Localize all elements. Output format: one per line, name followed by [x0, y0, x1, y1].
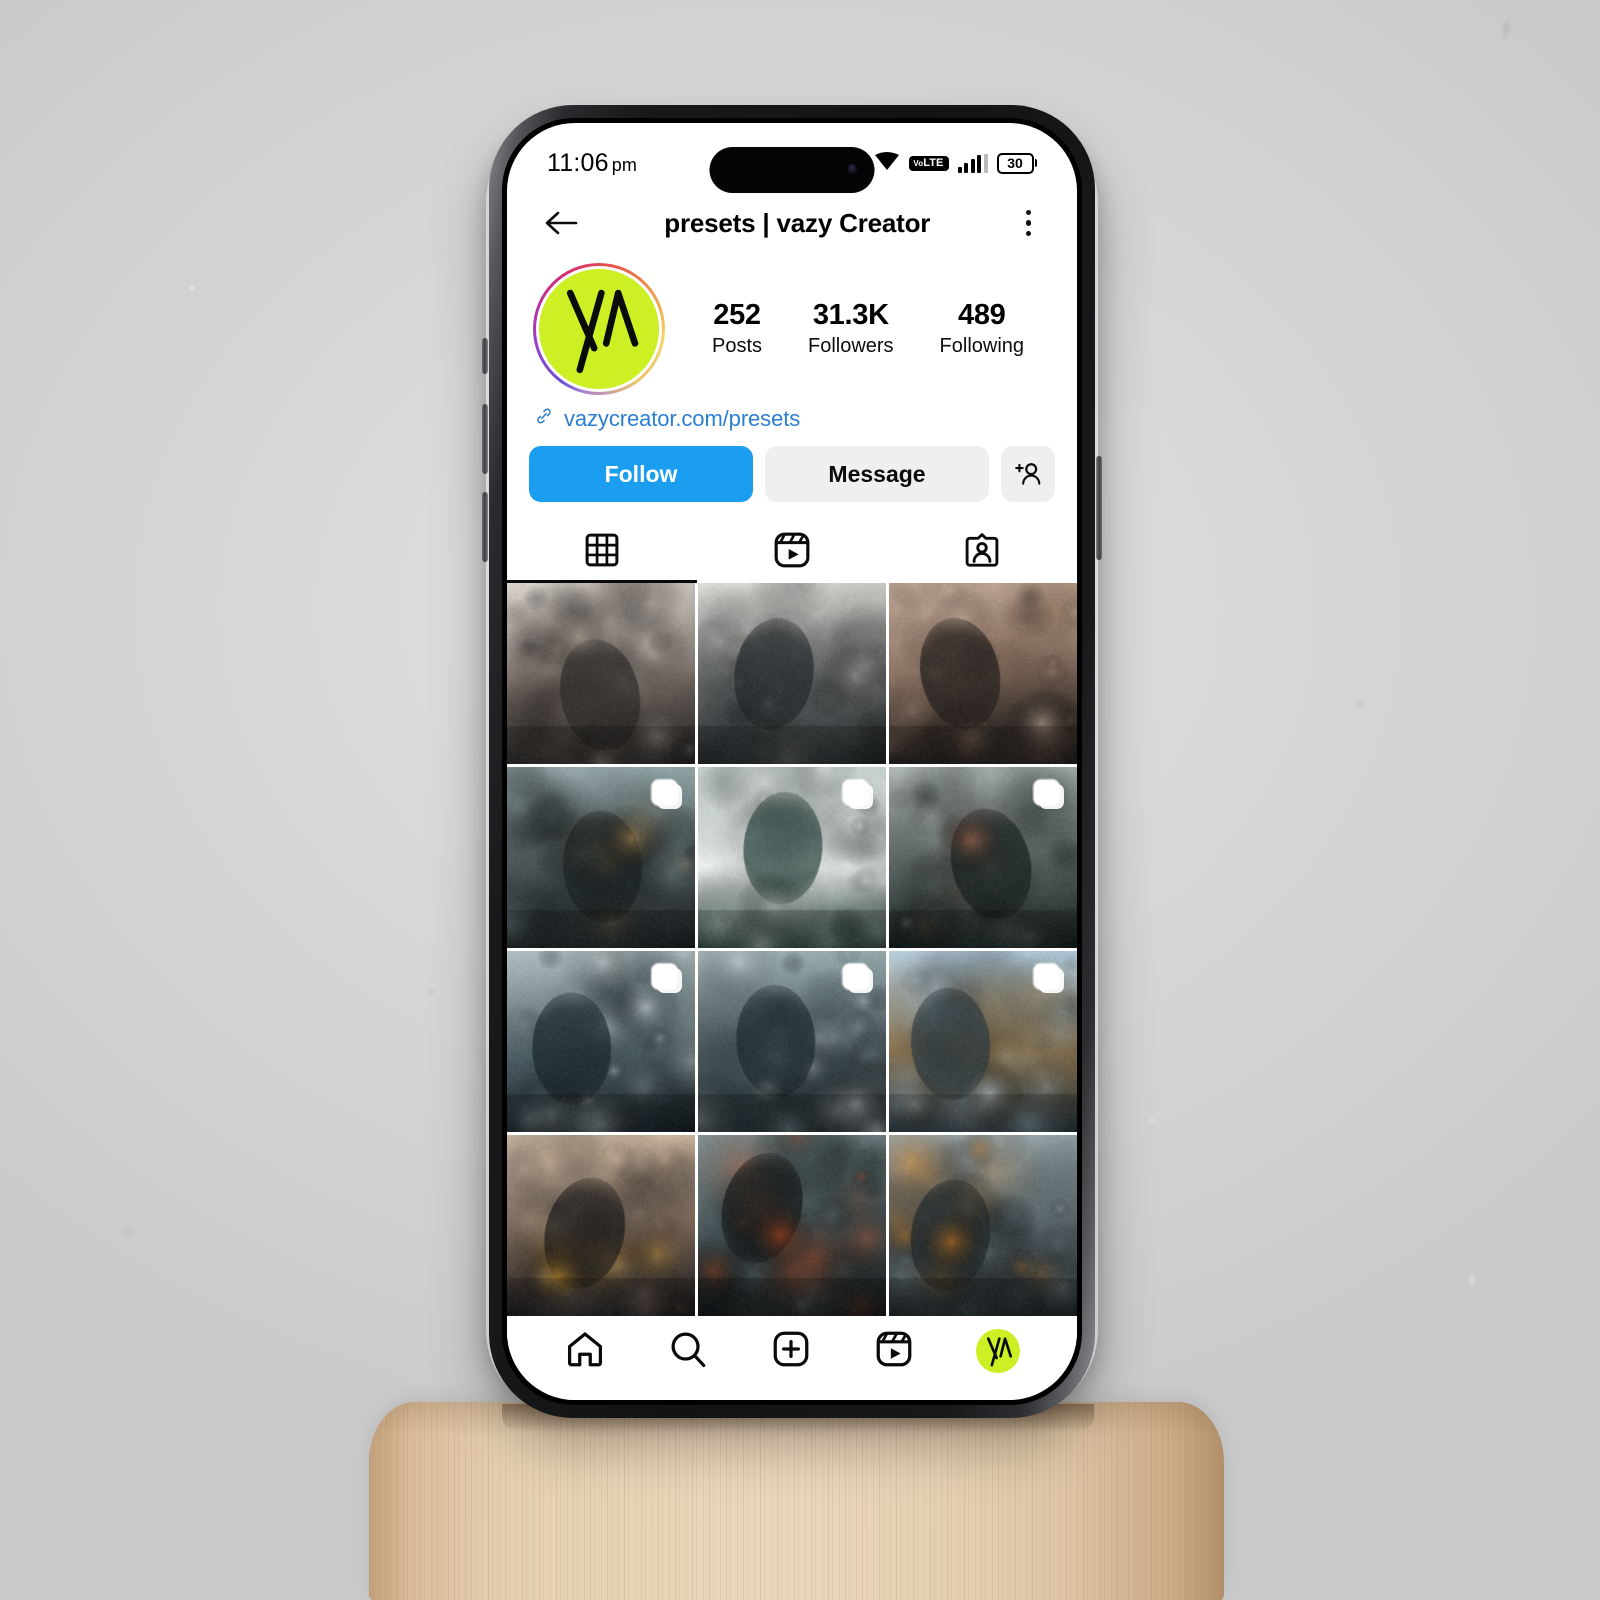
- volume-up-button[interactable]: [482, 404, 488, 474]
- grid-post[interactable]: [507, 1135, 695, 1316]
- phone-device: 11:06pm VoLTE 30 presets | vazy Creator: [489, 105, 1095, 1418]
- plus-square-icon: [770, 1328, 812, 1375]
- clock-ampm: pm: [612, 155, 637, 175]
- post-thumbnail: [889, 1135, 1077, 1316]
- power-button[interactable]: [1096, 456, 1102, 560]
- avatar-ring-gap: [536, 266, 662, 392]
- dynamic-island: [710, 147, 875, 193]
- tab-reels[interactable]: [697, 521, 887, 583]
- battery-nub: [1035, 159, 1038, 167]
- search-icon: [667, 1328, 709, 1375]
- battery-level: 30: [997, 153, 1034, 174]
- clock-time: 11:06: [547, 149, 609, 177]
- wifi-icon: [874, 151, 900, 176]
- tab-grid[interactable]: [507, 521, 697, 583]
- volume-down-button[interactable]: [482, 492, 488, 562]
- grid-icon: [583, 531, 621, 574]
- profile-actions: Follow Message: [529, 446, 1055, 502]
- status-indicators: VoLTE 30: [874, 151, 1037, 176]
- profile-tabs: [507, 521, 1077, 583]
- nav-search[interactable]: [667, 1328, 709, 1375]
- bottom-nav-bar: [507, 1316, 1077, 1400]
- profile-link[interactable]: vazycreator.com/presets: [533, 405, 800, 432]
- tab-tagged[interactable]: [887, 521, 1077, 583]
- nav-reels[interactable]: [873, 1328, 915, 1375]
- carousel-stack-icon: [652, 780, 682, 810]
- carousel-stack-icon: [1034, 964, 1064, 994]
- stat-followers-label: Followers: [808, 333, 894, 359]
- stat-posts-label: Posts: [712, 333, 762, 359]
- volte-suffix: LTE: [923, 157, 943, 169]
- grid-post[interactable]: [889, 951, 1077, 1132]
- grid-post[interactable]: [889, 767, 1077, 948]
- post-thumbnail: [507, 583, 695, 764]
- grid-post[interactable]: [698, 583, 886, 764]
- signal-bars-icon: [958, 154, 988, 173]
- grid-post[interactable]: [889, 583, 1077, 764]
- post-thumbnail: [698, 1135, 886, 1316]
- grid-post[interactable]: [507, 583, 695, 764]
- vazy-monogram-icon: [539, 269, 659, 389]
- link-chain-icon: [533, 405, 555, 432]
- profile-stats: 252 Posts 31.3K Followers 489 Following: [665, 299, 1055, 359]
- page-title: presets | vazy Creator: [664, 208, 930, 239]
- stat-following[interactable]: 489 Following: [940, 299, 1024, 359]
- reels-icon: [772, 530, 812, 575]
- stat-followers-value: 31.3K: [808, 299, 894, 333]
- grid-post[interactable]: [889, 1135, 1077, 1316]
- grid-post[interactable]: [698, 767, 886, 948]
- phone-screen: 11:06pm VoLTE 30 presets | vazy Creator: [507, 123, 1077, 1400]
- follow-button[interactable]: Follow: [529, 446, 753, 502]
- carousel-stack-icon: [843, 780, 873, 810]
- stat-posts[interactable]: 252 Posts: [712, 299, 762, 359]
- volte-badge: VoLTE: [909, 156, 948, 171]
- nav-home[interactable]: [564, 1328, 606, 1375]
- back-arrow-icon[interactable]: [543, 208, 579, 238]
- phone-bezel: 11:06pm VoLTE 30 presets | vazy Creator: [502, 118, 1082, 1405]
- wooden-block-stand: [369, 1402, 1224, 1600]
- post-thumbnail: [698, 583, 886, 764]
- story-ring[interactable]: [533, 263, 665, 395]
- profile-avatar-icon: [976, 1329, 1020, 1373]
- silent-switch-button[interactable]: [482, 338, 488, 374]
- reels-icon: [873, 1328, 915, 1375]
- stat-followers[interactable]: 31.3K Followers: [808, 299, 894, 359]
- tagged-person-icon: [963, 531, 1001, 574]
- grid-post[interactable]: [698, 1135, 886, 1316]
- add-person-icon[interactable]: [1001, 446, 1055, 502]
- post-thumbnail: [507, 1135, 695, 1316]
- wall-blemish: [1499, 19, 1514, 42]
- grid-post[interactable]: [698, 951, 886, 1132]
- stat-following-label: Following: [940, 333, 1024, 359]
- kebab-menu-icon[interactable]: [1016, 204, 1042, 243]
- link-text: vazycreator.com/presets: [564, 406, 800, 432]
- home-icon: [564, 1328, 606, 1375]
- post-thumbnail: [889, 583, 1077, 764]
- status-clock: 11:06 pm: [547, 149, 637, 178]
- stat-posts-value: 252: [712, 299, 762, 333]
- nav-profile[interactable]: [976, 1329, 1020, 1373]
- carousel-stack-icon: [843, 964, 873, 994]
- message-button[interactable]: Message: [765, 446, 989, 502]
- avatar[interactable]: [539, 269, 659, 389]
- battery-icon: 30: [997, 153, 1038, 174]
- post-grid: [507, 583, 1077, 1316]
- nav-create[interactable]: [770, 1328, 812, 1375]
- carousel-stack-icon: [652, 964, 682, 994]
- grid-post[interactable]: [507, 951, 695, 1132]
- volte-prefix: Vo: [913, 159, 923, 168]
- carousel-stack-icon: [1034, 780, 1064, 810]
- stat-following-value: 489: [940, 299, 1024, 333]
- profile-header: 252 Posts 31.3K Followers 489 Following: [507, 263, 1077, 395]
- grid-post[interactable]: [507, 767, 695, 948]
- profile-navbar: presets | vazy Creator: [507, 191, 1077, 255]
